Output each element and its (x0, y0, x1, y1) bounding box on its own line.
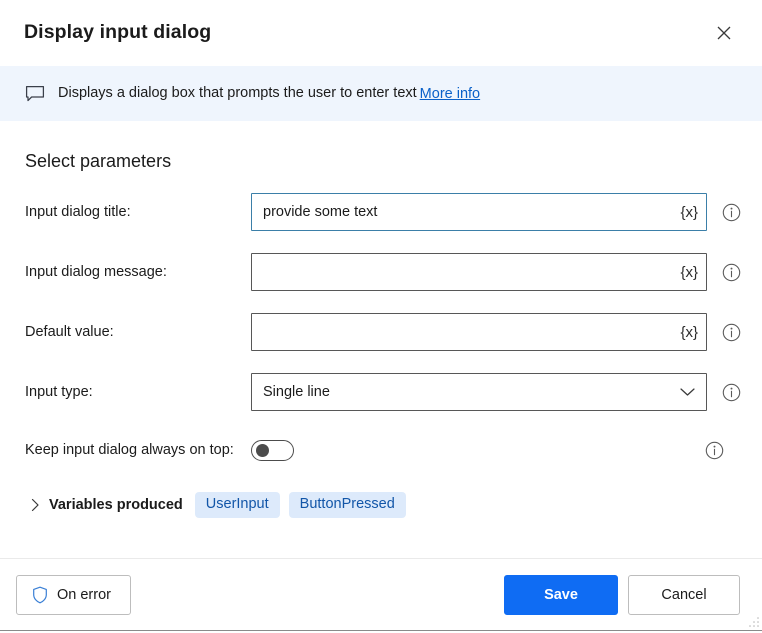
label-always-on-top: Keep input dialog always on top: (25, 442, 234, 458)
more-info-link[interactable]: More info (420, 86, 480, 102)
on-error-button[interactable]: On error (16, 574, 131, 615)
field-row-input-dialog-title: Input dialog title: provide some text {x… (24, 191, 740, 233)
info-icon-input-dialog-title[interactable] (720, 201, 742, 223)
input-type-select[interactable]: Single line (251, 373, 707, 411)
info-icon-always-on-top[interactable] (703, 439, 725, 461)
resize-grip[interactable] (748, 615, 760, 627)
label-input-dialog-message: Input dialog message: (25, 264, 167, 280)
variables-produced-row: Variables produced UserInput ButtonPress… (24, 492, 738, 518)
input-dialog-message-field[interactable]: {x} (251, 253, 707, 291)
label-input-dialog-title: Input dialog title: (25, 204, 131, 220)
input-dialog-title-field[interactable]: provide some text {x} (251, 193, 707, 231)
banner-text: Displays a dialog box that prompts the u… (58, 84, 417, 101)
variable-picker-icon[interactable]: {x} (674, 325, 698, 340)
info-banner: Displays a dialog box that prompts the u… (0, 66, 762, 121)
select-parameters-heading: Select parameters (25, 151, 172, 171)
variables-produced-label[interactable]: Variables produced (49, 497, 183, 513)
dialog-titlebar: Display input dialog (0, 0, 762, 66)
field-row-input-type: Input type: Single line (24, 371, 740, 413)
cancel-button[interactable]: Cancel (628, 574, 740, 615)
close-button[interactable] (706, 16, 742, 50)
dialog-footer: On error Save Cancel (0, 558, 762, 630)
field-row-always-on-top: Keep input dialog always on top: (24, 433, 738, 467)
variable-pill-buttonpressed[interactable]: ButtonPressed (288, 492, 406, 518)
save-button[interactable]: Save (504, 574, 618, 615)
chevron-down-icon[interactable] (679, 386, 698, 398)
toggle-knob (256, 443, 269, 457)
chevron-right-icon[interactable] (27, 497, 43, 513)
input-dialog-title-value: provide some text (263, 204, 378, 220)
on-error-label: On error (57, 586, 111, 603)
shield-icon (32, 586, 48, 604)
close-icon (716, 25, 732, 41)
label-default-value: Default value: (25, 324, 114, 340)
variable-picker-icon[interactable]: {x} (674, 205, 698, 220)
default-value-field[interactable]: {x} (251, 313, 707, 351)
parameters-body: Select parameters Input dialog title: pr… (0, 121, 762, 558)
field-row-input-dialog-message: Input dialog message: {x} (24, 251, 740, 293)
info-icon-default-value[interactable] (720, 321, 742, 343)
comment-bubble-icon (24, 83, 46, 105)
field-row-default-value: Default value: {x} (24, 311, 740, 353)
variable-picker-icon[interactable]: {x} (674, 265, 698, 280)
info-icon-input-dialog-message[interactable] (720, 261, 742, 283)
always-on-top-toggle[interactable] (251, 439, 294, 461)
variable-pill-userinput[interactable]: UserInput (194, 492, 280, 518)
page-title: Display input dialog (24, 21, 212, 44)
input-type-value: Single line (263, 384, 330, 400)
info-icon-input-type[interactable] (720, 381, 742, 403)
label-input-type: Input type: (25, 384, 93, 400)
display-input-dialog: Display input dialog Displays a dialog b… (0, 0, 762, 631)
